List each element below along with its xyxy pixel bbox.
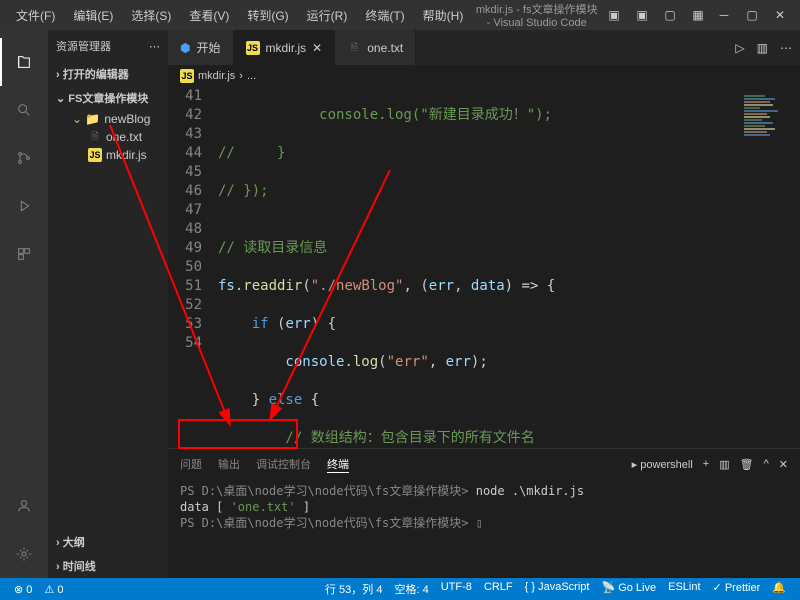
source-control-icon[interactable] xyxy=(0,134,48,182)
text-icon: 🗎 xyxy=(347,41,361,55)
panel-right-icon[interactable]: ▢ xyxy=(658,3,682,27)
terminal-panel: 问题 输出 调试控制台 终端 ▸ powershell + ▥ 🗑 ^ ✕ PS… xyxy=(168,448,800,578)
status-bell-icon[interactable]: 🔔 xyxy=(766,581,792,597)
menu-goto[interactable]: 转到(G) xyxy=(239,3,296,28)
maximize-panel-icon[interactable]: ^ xyxy=(764,458,769,470)
tab-problems[interactable]: 问题 xyxy=(180,456,202,472)
status-cursor[interactable]: 行 53，列 4 xyxy=(319,581,388,597)
menu-terminal[interactable]: 终端(T) xyxy=(357,3,412,28)
status-encoding[interactable]: UTF-8 xyxy=(435,581,478,597)
tab-mkdir-js[interactable]: JSmkdir.js✕ xyxy=(234,30,336,65)
run-icon[interactable]: ▷ xyxy=(735,41,744,55)
js-icon: JS xyxy=(88,148,102,162)
tab-start[interactable]: ⬢开始 xyxy=(168,30,234,65)
terminal-content[interactable]: PS D:\桌面\node学习\node代码\fs文章操作模块> node .\… xyxy=(168,479,800,578)
status-eol[interactable]: CRLF xyxy=(478,581,519,597)
menu-help[interactable]: 帮助(H) xyxy=(415,3,472,28)
tab-debug-console[interactable]: 调试控制台 xyxy=(256,456,311,472)
split-icon[interactable]: ▥ xyxy=(757,41,768,55)
status-errors[interactable]: ⊗ 0 xyxy=(8,583,38,596)
editor-area: ⬢开始 JSmkdir.js✕ 🗎one.txt ▷ ▥ ⋯ JS mkdir.… xyxy=(168,30,800,578)
panel-bottom-icon[interactable]: ▣ xyxy=(630,3,654,27)
sidebar-more-icon[interactable]: ⋯ xyxy=(149,40,160,53)
js-icon: JS xyxy=(180,69,194,83)
close-panel-icon[interactable]: ✕ xyxy=(779,458,788,471)
explorer-icon[interactable] xyxy=(0,38,48,86)
status-spaces[interactable]: 空格: 4 xyxy=(388,581,434,597)
split-terminal-icon[interactable]: ▥ xyxy=(719,458,729,471)
status-golive[interactable]: 📡 Go Live xyxy=(595,581,662,597)
menu-select[interactable]: 选择(S) xyxy=(123,3,179,28)
timeline-section[interactable]: › 时间线 xyxy=(48,554,168,578)
activity-bar xyxy=(0,30,48,578)
file-mkdir-js[interactable]: JSmkdir.js xyxy=(48,146,168,164)
settings-icon[interactable] xyxy=(0,530,48,578)
sidebar-title: 资源管理器⋯ xyxy=(48,30,168,62)
status-warnings[interactable]: ⚠ 0 xyxy=(38,583,69,596)
debug-icon[interactable] xyxy=(0,182,48,230)
panel-left-icon[interactable]: ▣ xyxy=(602,3,626,27)
window-controls: ─ ▢ ✕ xyxy=(712,3,792,27)
folder-newblog[interactable]: ⌄ 📁newBlog xyxy=(48,110,168,128)
account-icon[interactable] xyxy=(0,482,48,530)
code-content[interactable]: console.log("新建目录成功！"); // } // }); // 读… xyxy=(218,87,740,448)
minimap[interactable] xyxy=(740,87,800,448)
status-lang[interactable]: { } JavaScript xyxy=(519,581,596,597)
menu-file[interactable]: 文件(F) xyxy=(8,3,63,28)
window-title: mkdir.js - fs文章操作模块 - Visual Studio Code xyxy=(473,1,600,29)
project-section[interactable]: ⌄ FS文章操作模块 xyxy=(48,86,168,110)
title-bar: 文件(F) 编辑(E) 选择(S) 查看(V) 转到(G) 运行(R) 终端(T… xyxy=(0,0,800,30)
extensions-icon[interactable] xyxy=(0,230,48,278)
menu-edit[interactable]: 编辑(E) xyxy=(65,3,121,28)
editor-tabs: ⬢开始 JSmkdir.js✕ 🗎one.txt ▷ ▥ ⋯ xyxy=(168,30,800,65)
code-editor[interactable]: 4142434445464748495051525354 console.log… xyxy=(168,87,800,448)
menu-run[interactable]: 运行(R) xyxy=(299,3,356,28)
close-icon[interactable]: ✕ xyxy=(768,3,792,27)
status-prettier[interactable]: ✓ Prettier xyxy=(707,581,767,597)
folder-icon: ⌄ 📁 xyxy=(72,112,100,126)
layout-controls: ▣ ▣ ▢ ▦ xyxy=(602,3,710,27)
close-tab-icon[interactable]: ✕ xyxy=(312,41,322,55)
open-editors-section[interactable]: › 打开的编辑器 xyxy=(48,62,168,86)
line-numbers: 4142434445464748495051525354 xyxy=(168,87,218,448)
breadcrumb[interactable]: JS mkdir.js › ... xyxy=(168,65,800,87)
kill-terminal-icon[interactable]: 🗑 xyxy=(740,458,754,471)
terminal-shell[interactable]: ▸ powershell xyxy=(632,458,693,471)
tab-one-txt[interactable]: 🗎one.txt xyxy=(335,30,416,65)
more-icon[interactable]: ⋯ xyxy=(780,41,792,55)
js-icon: JS xyxy=(246,41,260,55)
text-icon: 🗎 xyxy=(88,130,102,144)
tab-terminal[interactable]: 终端 xyxy=(327,456,349,473)
status-eslint[interactable]: ESLint xyxy=(662,581,706,597)
menu-view[interactable]: 查看(V) xyxy=(181,3,237,28)
customize-layout-icon[interactable]: ▦ xyxy=(686,3,710,27)
tab-output[interactable]: 输出 xyxy=(218,456,240,472)
outline-section[interactable]: › 大纲 xyxy=(48,530,168,554)
sidebar: 资源管理器⋯ › 打开的编辑器 ⌄ FS文章操作模块 ⌄ 📁newBlog 🗎o… xyxy=(48,30,168,578)
minimize-icon[interactable]: ─ xyxy=(712,3,736,27)
new-terminal-icon[interactable]: + xyxy=(703,458,709,470)
file-one-txt[interactable]: 🗎one.txt xyxy=(48,128,168,146)
search-icon[interactable] xyxy=(0,86,48,134)
terminal-tabs: 问题 输出 调试控制台 终端 ▸ powershell + ▥ 🗑 ^ ✕ xyxy=(168,449,800,479)
maximize-icon[interactable]: ▢ xyxy=(740,3,764,27)
status-bar: ⊗ 0 ⚠ 0 行 53，列 4 空格: 4 UTF-8 CRLF { } Ja… xyxy=(0,578,800,600)
